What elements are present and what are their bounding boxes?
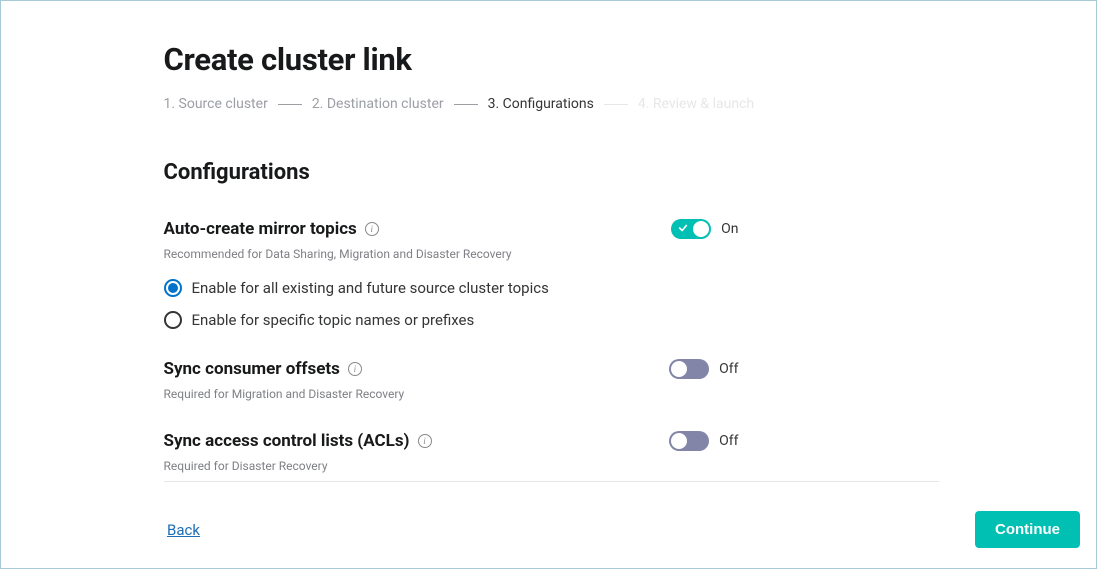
radio-enable-all[interactable]: Enable for all existing and future sourc… — [164, 279, 939, 297]
info-icon[interactable]: i — [348, 362, 362, 376]
auto-create-subtitle: Recommended for Data Sharing, Migration … — [164, 247, 939, 261]
step-separator — [604, 104, 628, 105]
info-icon[interactable]: i — [365, 222, 379, 236]
radio-label: Enable for specific topic names or prefi… — [192, 311, 475, 329]
continue-button[interactable]: Continue — [975, 511, 1080, 548]
check-icon — [678, 223, 688, 233]
step-separator — [454, 104, 478, 105]
sync-acls-toggle-label: Off — [719, 433, 738, 449]
auto-create-title: Auto-create mirror topics — [164, 219, 357, 239]
divider — [164, 481, 939, 482]
auto-create-toggle-label: On — [721, 221, 738, 237]
config-sync-offsets: Sync consumer offsets i Off Required for… — [164, 359, 939, 401]
auto-create-radio-group: Enable for all existing and future sourc… — [164, 279, 939, 329]
radio-input[interactable] — [164, 279, 182, 297]
auto-create-toggle[interactable] — [671, 219, 711, 239]
footer: Back Continue — [1, 511, 1096, 548]
info-icon[interactable]: i — [418, 434, 432, 448]
radio-enable-specific[interactable]: Enable for specific topic names or prefi… — [164, 311, 939, 329]
page-title: Create cluster link — [164, 41, 939, 78]
step-configurations[interactable]: 3. Configurations — [488, 96, 594, 112]
sync-acls-title: Sync access control lists (ACLs) — [164, 431, 410, 451]
wizard-steps: 1. Source cluster 2. Destination cluster… — [164, 96, 939, 112]
radio-label: Enable for all existing and future sourc… — [192, 279, 549, 297]
section-title: Configurations — [164, 160, 939, 185]
sync-offsets-toggle-label: Off — [719, 361, 738, 377]
sync-offsets-title: Sync consumer offsets — [164, 359, 340, 379]
step-separator — [278, 104, 302, 105]
step-review-launch: 4. Review & launch — [638, 96, 754, 112]
sync-acls-toggle[interactable] — [669, 431, 709, 451]
sync-acls-subtitle: Required for Disaster Recovery — [164, 459, 939, 473]
sync-offsets-subtitle: Required for Migration and Disaster Reco… — [164, 387, 939, 401]
radio-input[interactable] — [164, 311, 182, 329]
back-button[interactable]: Back — [167, 521, 200, 539]
config-sync-acls: Sync access control lists (ACLs) i Off R… — [164, 431, 939, 473]
sync-offsets-toggle[interactable] — [669, 359, 709, 379]
config-auto-create: Auto-create mirror topics i On Recommend… — [164, 219, 939, 329]
step-source-cluster[interactable]: 1. Source cluster — [164, 96, 268, 112]
step-destination-cluster[interactable]: 2. Destination cluster — [312, 96, 444, 112]
